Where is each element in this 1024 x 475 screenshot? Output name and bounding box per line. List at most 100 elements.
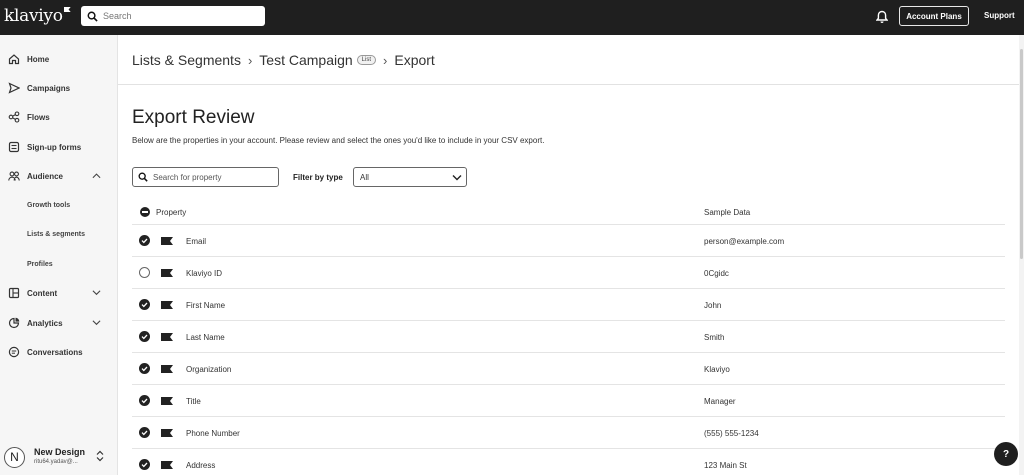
analytics-icon [8,317,20,329]
property-name: Title [186,397,201,406]
property-sample: 0Cgidc [704,269,729,278]
row-checkbox[interactable] [139,427,150,438]
property-search[interactable] [132,167,279,187]
sidebar-item-signup-forms[interactable]: Sign-up forms [0,136,118,158]
row-checkbox[interactable] [139,395,150,406]
klaviyo-logo[interactable]: klaviyo [4,6,71,26]
search-icon [87,11,98,22]
breadcrumb: Lists & Segments › Test Campaign List › … [132,52,435,68]
property-sample: person@example.com [704,237,785,246]
home-icon [8,54,20,65]
content-icon [8,287,20,299]
table-row: Address 123 Main St [132,449,1005,475]
logo-flag-icon [63,7,71,12]
table-row: Organization Klaviyo [132,353,1005,385]
sidebar-item-home[interactable]: Home [0,48,118,70]
property-search-input[interactable] [153,172,273,182]
property-flag-icon [161,397,173,405]
checkmark-icon [141,238,148,244]
checkmark-icon [141,334,148,340]
sidebar-item-label: Campaigns [27,83,71,93]
property-sample: Klaviyo [704,365,730,374]
row-checkbox[interactable] [139,363,150,374]
property-flag-icon [161,333,173,341]
global-search[interactable] [81,6,265,26]
property-name: Klaviyo ID [186,269,223,278]
chevron-up-down-icon [96,450,104,462]
form-icon [8,141,20,153]
bell-icon[interactable] [876,10,888,24]
support-link[interactable]: Support [984,11,1015,20]
property-flag-icon [161,301,173,309]
page-scrollbar[interactable] [1019,35,1024,475]
account-name: New Design [34,447,86,457]
sidebar-subitem-lists-segments[interactable]: Lists & segments [27,231,85,238]
table-row: Last Name Smith [132,321,1005,353]
global-search-input[interactable] [103,11,253,21]
column-header-sample-data: Sample Data [704,208,751,217]
page-subtitle: Below are the properties in your account… [132,136,545,145]
table-row: First Name John [132,289,1005,321]
property-sample: 123 Main St [704,461,747,470]
chevron-up-icon [92,173,101,179]
checkmark-icon [141,462,148,468]
table-row: Klaviyo ID 0Cgidc [132,257,1005,289]
property-name: Address [186,461,216,470]
sidebar-item-label: Audience [27,171,64,181]
filter-type-select[interactable]: All [353,167,467,187]
breadcrumb-current: Export [394,52,435,68]
table-row: Title Manager [132,385,1005,417]
send-icon [8,82,20,94]
breadcrumb-test-campaign[interactable]: Test Campaign [259,52,352,68]
filter-by-type-label: Filter by type [293,173,343,182]
checkmark-icon [141,366,148,372]
chevron-down-icon [92,290,101,296]
breadcrumb-separator-icon: › [383,52,388,68]
sidebar-item-label: Flows [27,112,50,122]
select-all-checkbox[interactable] [140,207,150,217]
account-plans-button[interactable]: Account Plans [899,6,969,26]
flows-icon [8,111,20,123]
sidebar-subitem-growth-tools[interactable]: Growth tools [27,202,70,209]
row-checkbox[interactable] [139,235,150,246]
sidebar-item-flows[interactable]: Flows [0,106,118,128]
sidebar-item-label: Sign-up forms [27,142,82,152]
help-button[interactable]: ? [994,442,1018,466]
checkmark-icon [141,430,148,436]
property-sample: John [704,301,722,310]
property-flag-icon [161,429,173,437]
sidebar-item-analytics[interactable]: Analytics [0,312,118,334]
scrollbar-thumb[interactable] [1020,49,1023,259]
property-flag-icon [161,461,173,469]
sidebar: Home Campaigns Flows Sign-up forms Audie… [0,35,118,475]
table-header: Property Sample Data [132,199,1005,225]
checkmark-icon [141,302,148,308]
avatar: N [4,447,25,468]
row-checkbox[interactable] [139,267,150,278]
sidebar-subitem-profiles[interactable]: Profiles [27,261,53,268]
page-header: Lists & Segments › Test Campaign List › … [118,35,1020,85]
property-sample: Smith [704,333,725,342]
sidebar-item-label: Analytics [27,318,63,328]
account-switcher[interactable]: N New Design ritu64.yadav@... [0,438,118,475]
sidebar-item-conversations[interactable]: Conversations [0,341,118,363]
property-name: Email [186,237,207,246]
sidebar-item-content[interactable]: Content [0,282,118,304]
property-flag-icon [161,269,173,277]
sidebar-item-label: Content [27,288,58,298]
property-flag-icon [161,365,173,373]
property-name: First Name [186,301,226,310]
breadcrumb-lists-segments[interactable]: Lists & Segments [132,52,241,68]
sidebar-item-audience[interactable]: Audience [0,165,118,187]
checkmark-icon [141,398,148,404]
row-checkbox[interactable] [139,331,150,342]
row-checkbox[interactable] [139,459,150,470]
table-row: Email person@example.com [132,225,1005,257]
chevron-down-icon [92,320,101,326]
row-checkbox[interactable] [139,299,150,310]
conversations-icon [8,346,20,358]
sidebar-item-campaigns[interactable]: Campaigns [0,77,118,99]
page-title: Export Review [132,107,255,128]
list-badge: List [356,55,377,65]
table-row: Phone Number (555) 555-1234 [132,417,1005,449]
